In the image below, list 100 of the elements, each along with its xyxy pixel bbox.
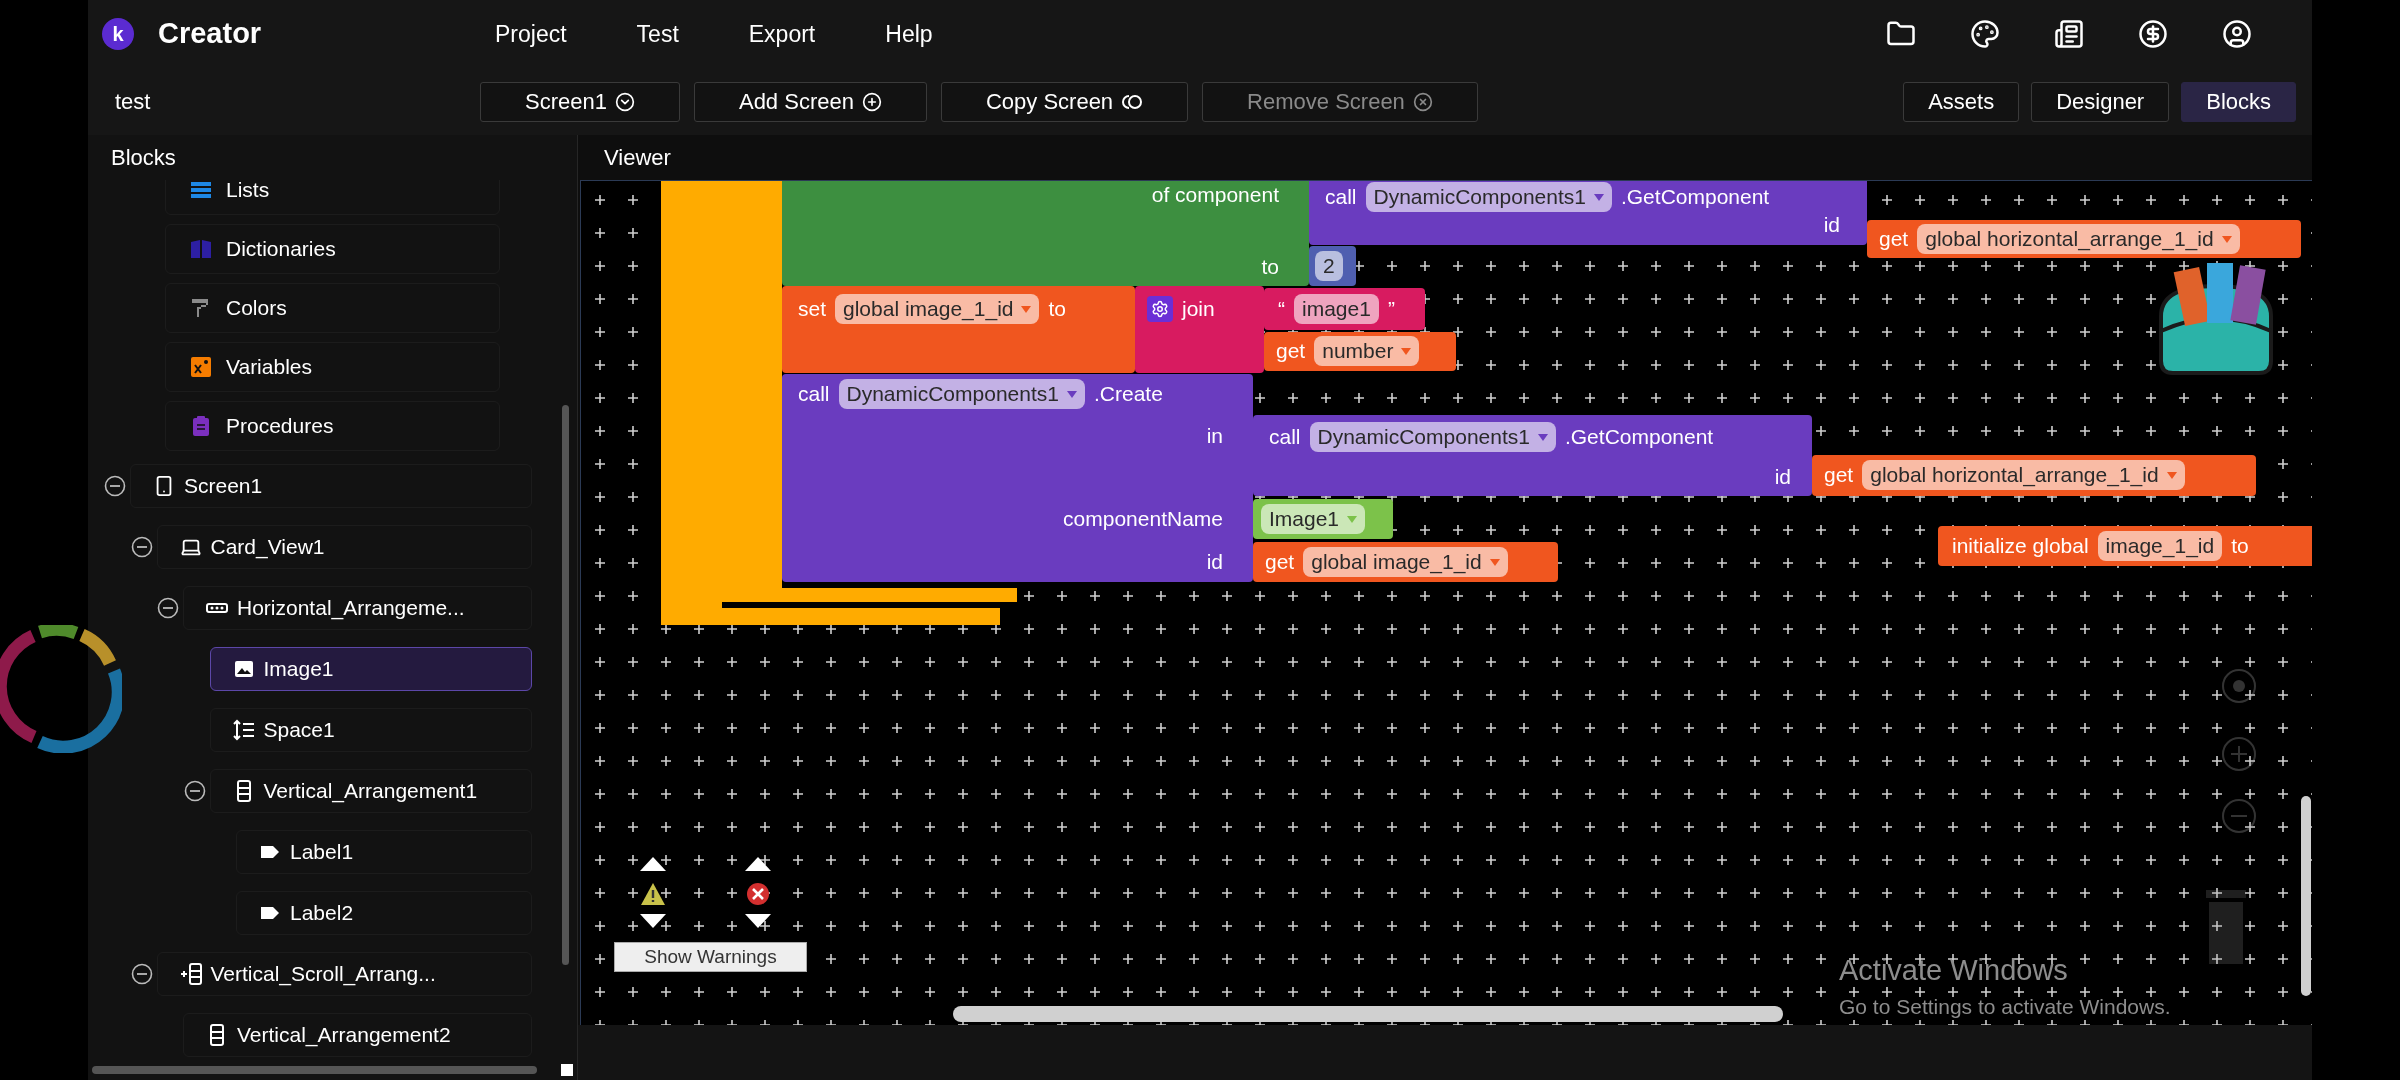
activation-title: Activate Windows bbox=[1839, 953, 2068, 988]
code-block[interactable]: call DynamicComponents1 .Create in componentName id bbox=[782, 374, 1253, 582]
tree-item[interactable]: Vertical_Arrangement1 bbox=[209, 768, 532, 813]
user-icon[interactable] bbox=[2222, 19, 2252, 49]
block-label: to bbox=[2231, 533, 2249, 560]
block-label: id bbox=[1206, 549, 1223, 576]
block-dropdown[interactable]: global image_1_id bbox=[1303, 547, 1508, 577]
dropdown-arrow-icon bbox=[2221, 235, 2232, 243]
close-icon bbox=[1412, 91, 1433, 112]
up-arrow-icon[interactable] bbox=[745, 857, 771, 871]
block-label: id bbox=[1823, 212, 1840, 239]
dollar-icon[interactable] bbox=[2138, 19, 2168, 49]
block-dropdown[interactable]: DynamicComponents1 bbox=[1365, 182, 1612, 212]
block-label: componentName bbox=[1063, 506, 1223, 533]
menu-item[interactable]: Project bbox=[495, 16, 567, 52]
block-field[interactable]: image_1_id bbox=[2097, 531, 2223, 561]
tree-item[interactable]: Space1 bbox=[209, 707, 532, 752]
error-icon[interactable] bbox=[746, 882, 770, 906]
down-arrow-icon[interactable] bbox=[745, 914, 771, 928]
dropdown-arrow-icon bbox=[1593, 193, 1604, 201]
code-block[interactable]: Image1 bbox=[1253, 499, 1393, 539]
horizontal-scrollbar[interactable] bbox=[92, 1066, 537, 1074]
plus-icon bbox=[861, 91, 882, 112]
code-block[interactable]: call DynamicComponents1 .GetComponent id bbox=[1309, 181, 1867, 245]
tree-item[interactable]: Card_View1 bbox=[156, 524, 532, 569]
category-item[interactable]: Variables bbox=[165, 341, 500, 392]
project-name: test bbox=[114, 88, 152, 116]
view-tab[interactable]: Blocks bbox=[2181, 81, 2296, 122]
vertical-scrollbar[interactable] bbox=[2301, 796, 2311, 996]
code-block[interactable]: call DynamicComponents1 .GetComponent id bbox=[1253, 415, 1812, 496]
up-arrow-icon[interactable] bbox=[640, 857, 666, 871]
collapse-icon[interactable] bbox=[183, 779, 206, 802]
spacing-icon bbox=[232, 718, 255, 741]
tree-item[interactable]: Horizontal_Arrangeme... bbox=[183, 585, 532, 630]
code-block[interactable]: join bbox=[1135, 286, 1264, 373]
menu-item[interactable]: Export bbox=[748, 16, 816, 52]
collapse-icon[interactable] bbox=[104, 474, 126, 497]
panel-title: Viewer bbox=[604, 144, 671, 172]
category-item[interactable]: Procedures bbox=[165, 400, 500, 451]
block-dropdown[interactable]: DynamicComponents1 bbox=[1309, 422, 1556, 452]
block-field[interactable]: 2 bbox=[1315, 251, 1343, 281]
gear-icon[interactable] bbox=[1147, 296, 1173, 322]
category-item[interactable]: Lists bbox=[165, 180, 500, 215]
tree-item[interactable]: Image1 bbox=[209, 646, 532, 691]
menu-item[interactable]: Test bbox=[636, 16, 679, 52]
chevron-down-icon bbox=[614, 91, 635, 112]
block-field[interactable]: image1 bbox=[1294, 294, 1379, 324]
code-block[interactable]: get number bbox=[1264, 332, 1456, 371]
horizontal-scrollbar[interactable] bbox=[953, 1006, 1783, 1022]
document-icon[interactable] bbox=[2054, 19, 2084, 49]
tree-item[interactable]: Vertical_Scroll_Arrang... bbox=[156, 951, 532, 996]
down-arrow-icon[interactable] bbox=[640, 914, 666, 928]
screen-button[interactable]: Copy Screen bbox=[940, 81, 1189, 122]
code-block[interactable]: 2 bbox=[1309, 246, 1356, 286]
category-item[interactable]: Dictionaries bbox=[165, 223, 500, 274]
screen-button[interactable]: Screen1 bbox=[480, 81, 680, 122]
dropdown-arrow-icon bbox=[1347, 515, 1358, 523]
block-dropdown[interactable]: number bbox=[1314, 336, 1420, 366]
category-item[interactable]: Colors bbox=[165, 282, 500, 333]
vertical-scrollbar[interactable] bbox=[562, 405, 569, 965]
warning-icon[interactable] bbox=[640, 882, 666, 906]
tree-item[interactable]: Vertical_Arrangement2 bbox=[183, 1012, 532, 1057]
block-label: id bbox=[1774, 464, 1791, 491]
block-label: to bbox=[1048, 296, 1066, 323]
block-label: get bbox=[1265, 549, 1295, 576]
block-label: .Create bbox=[1093, 381, 1163, 408]
code-block[interactable]: get global image_1_id bbox=[1253, 542, 1558, 582]
block-dropdown[interactable]: global horizontal_arrange_1_id bbox=[1862, 460, 2185, 490]
dropdown-arrow-icon bbox=[1066, 390, 1077, 398]
collapse-icon[interactable] bbox=[130, 962, 153, 985]
block-label: get bbox=[1276, 338, 1306, 365]
code-block[interactable]: get global horizontal_arrange_1_id bbox=[1867, 220, 2301, 258]
block-dropdown[interactable]: global horizontal_arrange_1_id bbox=[1917, 224, 2240, 254]
block-label: to bbox=[1261, 254, 1279, 281]
view-tab[interactable]: Assets bbox=[1903, 81, 2020, 122]
code-block[interactable]: get global horizontal_arrange_1_id bbox=[1812, 455, 2256, 496]
block-label: in bbox=[1206, 423, 1223, 450]
collapse-icon[interactable] bbox=[157, 596, 179, 619]
view-tab[interactable]: Designer bbox=[2031, 81, 2170, 122]
code-block[interactable]: initialize global image_1_id to bbox=[1938, 526, 2312, 566]
app-title: Creator bbox=[158, 16, 262, 52]
show-warnings-button[interactable]: Show Warnings bbox=[614, 942, 807, 972]
block-dropdown[interactable]: global image_1_id bbox=[835, 294, 1040, 324]
block-label: “ bbox=[1278, 296, 1285, 323]
block-dropdown[interactable]: DynamicComponents1 bbox=[838, 379, 1085, 409]
dropdown-arrow-icon bbox=[2166, 471, 2177, 479]
screen-button[interactable]: Add Screen bbox=[693, 81, 927, 122]
menu-item[interactable]: Help bbox=[885, 16, 933, 52]
tree-item[interactable]: Label1 bbox=[236, 829, 532, 874]
dropdown-arrow-icon bbox=[1401, 347, 1412, 355]
tree-item[interactable]: Screen1 bbox=[130, 463, 532, 508]
palette-icon[interactable] bbox=[1970, 19, 2000, 49]
code-block[interactable]: set global image_1_id to bbox=[782, 286, 1135, 373]
code-block[interactable]: “ image1 ” bbox=[1264, 288, 1425, 330]
block-label: .GetComponent bbox=[1564, 424, 1714, 451]
tree-item[interactable]: Label2 bbox=[236, 890, 532, 935]
block-dropdown[interactable]: Image1 bbox=[1261, 504, 1366, 534]
collapse-icon[interactable] bbox=[130, 535, 153, 558]
ring-icon[interactable] bbox=[0, 625, 122, 753]
panel-title: Blocks bbox=[111, 144, 176, 172]
